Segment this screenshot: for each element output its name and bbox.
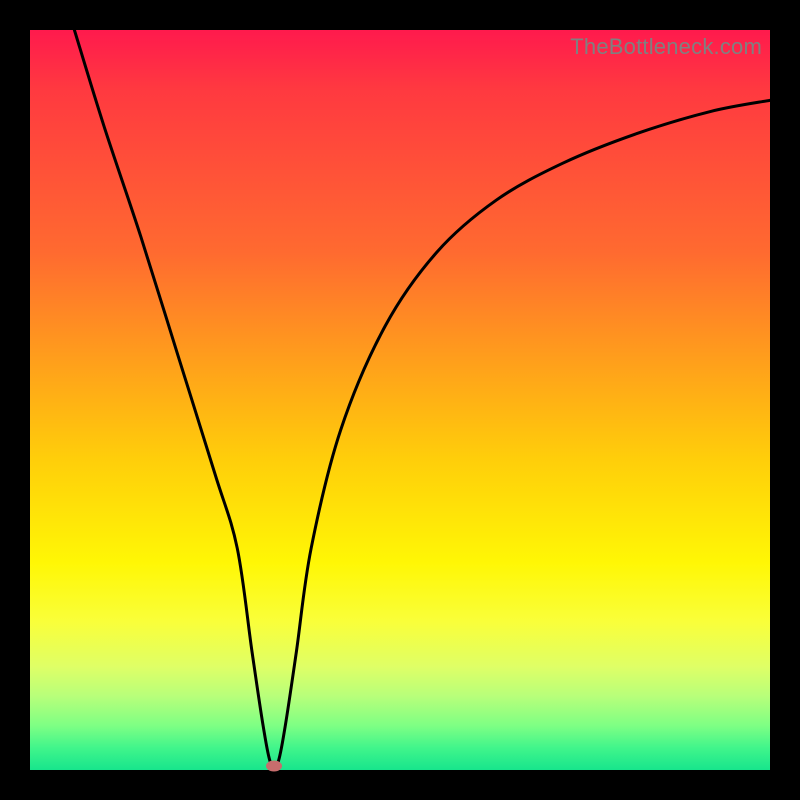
chart-frame: TheBottleneck.com: [0, 0, 800, 800]
optimal-point-marker: [266, 761, 282, 772]
curve-svg: [30, 30, 770, 770]
plot-area: TheBottleneck.com: [30, 30, 770, 770]
bottleneck-curve: [74, 30, 770, 767]
